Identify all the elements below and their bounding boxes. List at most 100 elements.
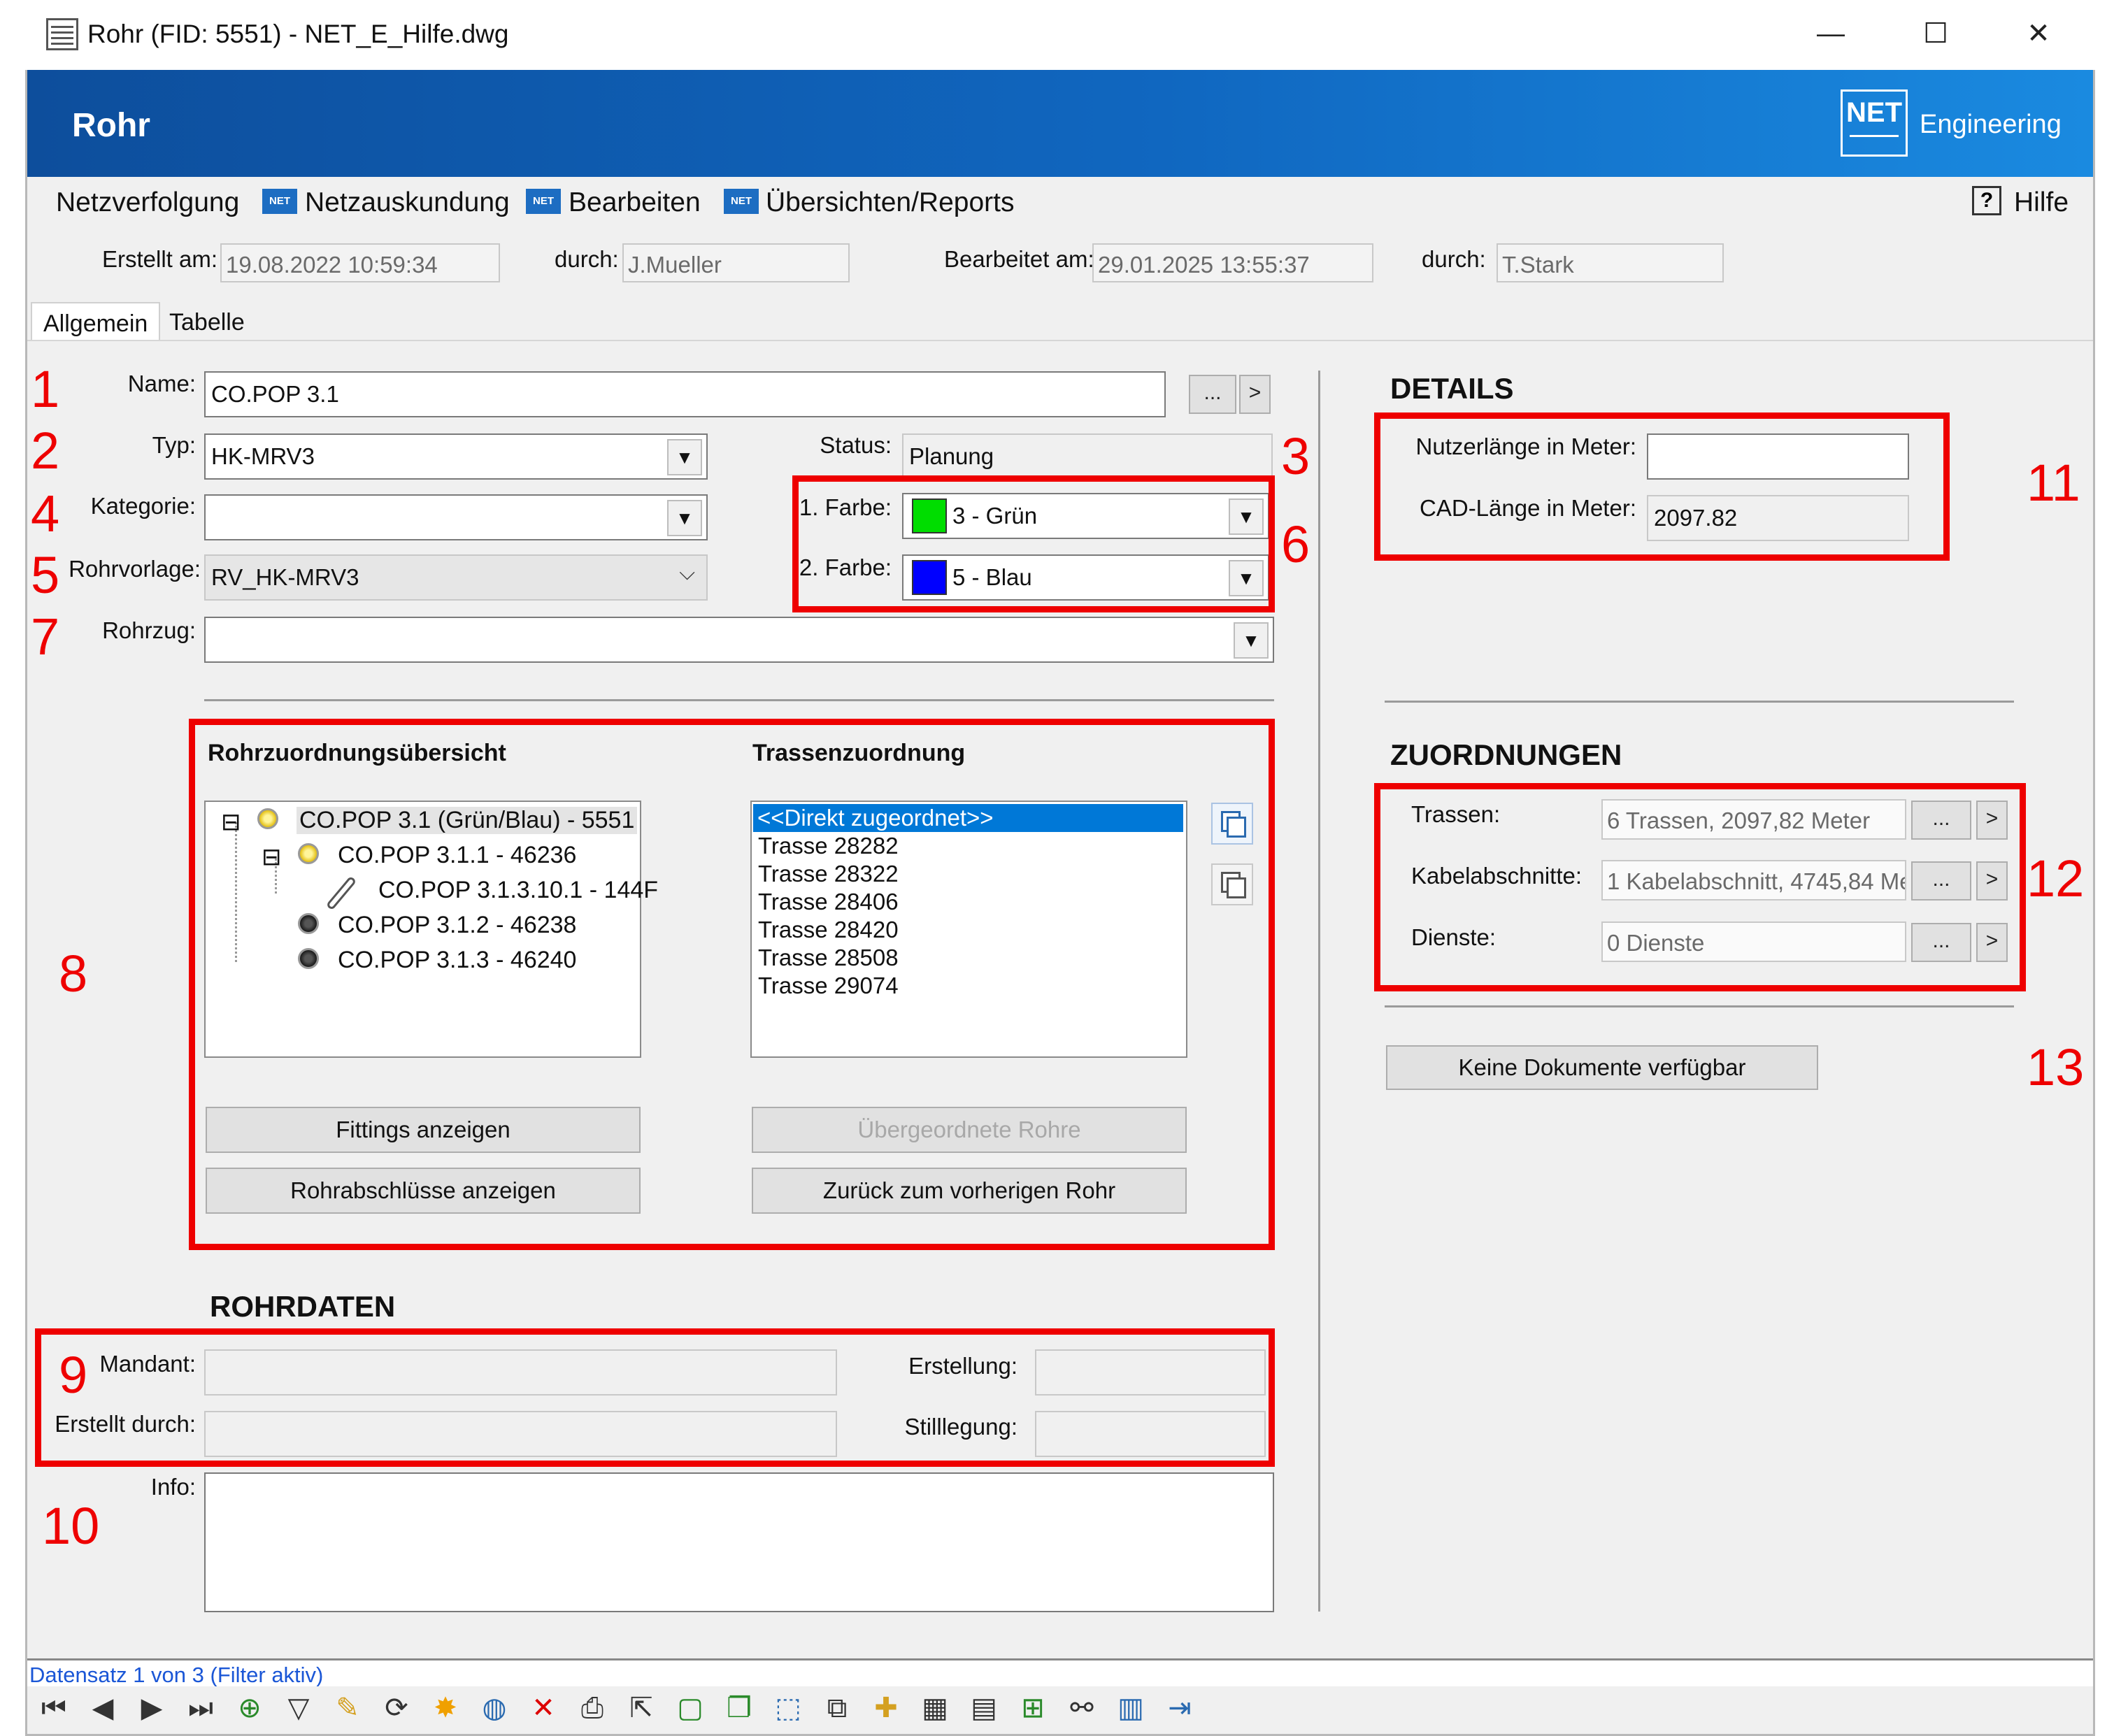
menu-netzverfolgung[interactable]: Netzverfolgung xyxy=(56,187,239,218)
delete-icon[interactable]: ✕ xyxy=(526,1691,561,1726)
annotation-number: 7 xyxy=(31,608,60,666)
separator xyxy=(1385,701,2014,703)
doc-icon[interactable]: ▤ xyxy=(966,1691,1001,1726)
kategorie-label: Kategorie: xyxy=(90,493,196,519)
network-icon[interactable]: ⚯ xyxy=(1064,1691,1099,1726)
minimize-button[interactable]: — xyxy=(1806,13,1855,55)
annotation-number: 10 xyxy=(42,1497,100,1555)
annotation-box-12 xyxy=(1374,783,2026,991)
copy-icon[interactable]: ▢ xyxy=(673,1691,708,1726)
annotation-number: 5 xyxy=(31,546,60,604)
rohrzug-select[interactable]: ▼ xyxy=(204,617,1274,663)
annotation-number: 9 xyxy=(59,1346,88,1404)
typ-select[interactable]: HK-MRV3 ▼ xyxy=(204,433,708,480)
edited-by-field: T.Stark xyxy=(1497,243,1724,282)
copy-multi-icon[interactable]: ❐ xyxy=(722,1691,757,1726)
edited-label: Bearbeitet am: xyxy=(944,246,1094,272)
first-record-icon[interactable]: ⏮ xyxy=(36,1691,71,1726)
name-input[interactable]: CO.POP 3.1 xyxy=(204,371,1166,417)
tab-tabelle[interactable]: Tabelle xyxy=(158,302,256,341)
name-browse-button[interactable]: ... xyxy=(1189,375,1236,414)
typ-value: HK-MRV3 xyxy=(211,443,315,469)
typ-label: Typ: xyxy=(152,432,196,458)
highlight-icon[interactable]: ✸ xyxy=(428,1691,463,1726)
status-label: Status: xyxy=(820,432,892,458)
details-title: DETAILS xyxy=(1390,372,1514,405)
separator xyxy=(1385,1005,2014,1007)
annotation-number: 12 xyxy=(2027,849,2085,908)
annotation-number: 13 xyxy=(2027,1038,2085,1096)
rohrvorlage-value: RV_HK-MRV3 xyxy=(211,564,359,590)
chevron-down-icon[interactable]: ⌵ xyxy=(679,561,695,585)
doc-60-icon[interactable]: ▦ xyxy=(917,1691,952,1726)
duplicate-icon[interactable]: ⧉ xyxy=(820,1691,855,1726)
info-textarea[interactable] xyxy=(204,1472,1274,1612)
rohrzug-label: Rohrzug: xyxy=(102,617,196,643)
separator xyxy=(204,699,1274,701)
select-icon[interactable]: ⇱ xyxy=(624,1691,659,1726)
annotation-box-9 xyxy=(35,1328,1275,1467)
annotation-number: 6 xyxy=(1281,515,1310,573)
rohrvorlage-select[interactable]: RV_HK-MRV3 ⌵ xyxy=(204,554,708,601)
chevron-down-icon[interactable]: ▼ xyxy=(667,439,702,475)
kategorie-select[interactable]: ▼ xyxy=(204,494,708,540)
record-status: Datensatz 1 von 3 (Filter aktiv) xyxy=(29,1663,324,1687)
annotation-number: 4 xyxy=(31,485,60,543)
annotation-box-11 xyxy=(1374,413,1950,561)
edited-date-field: 29.01.2025 13:55:37 xyxy=(1092,243,1373,282)
doc-add-icon[interactable]: ⊞ xyxy=(1015,1691,1050,1726)
annotation-box-8 xyxy=(189,719,1275,1250)
help-link[interactable]: Hilfe xyxy=(2014,187,2069,218)
edited-by-label: durch: xyxy=(1422,246,1486,272)
filter-icon[interactable]: ▽ xyxy=(281,1691,316,1726)
select-frame-icon[interactable]: ⬚ xyxy=(771,1691,806,1726)
edit-pencil-icon[interactable]: ✎ xyxy=(330,1691,365,1726)
annotation-number: 1 xyxy=(31,360,60,418)
form-icon xyxy=(46,18,78,50)
net-logo: NET xyxy=(1841,89,1908,157)
zuordnungen-title: ZUORDNUNGEN xyxy=(1390,738,1622,771)
chevron-down-icon[interactable]: ▼ xyxy=(667,500,702,536)
created-by-label: durch: xyxy=(555,246,619,272)
created-label: Erstellt am: xyxy=(102,246,218,272)
column-divider xyxy=(1318,371,1320,1612)
refresh-icon[interactable]: ⟳ xyxy=(379,1691,414,1726)
table-export-icon[interactable]: ▥ xyxy=(1113,1691,1148,1726)
maximize-button[interactable]: ☐ xyxy=(1911,13,1960,55)
name-goto-button[interactable]: > xyxy=(1239,375,1271,414)
dokumente-button[interactable]: Keine Dokumente verfügbar xyxy=(1386,1045,1818,1090)
add-filter-icon[interactable]: ⊕ xyxy=(232,1691,267,1726)
rohrvorlage-label: Rohrvorlage: xyxy=(69,556,201,582)
zoom-globe-icon[interactable]: ◍ xyxy=(477,1691,512,1726)
exit-icon[interactable]: ⇥ xyxy=(1162,1691,1197,1726)
created-by-field: J.Mueller xyxy=(622,243,850,282)
status-field: Planung xyxy=(902,433,1273,480)
annotation-number: 3 xyxy=(1281,427,1310,485)
annotation-number: 8 xyxy=(59,945,88,1003)
annotation-number: 11 xyxy=(2027,454,2080,512)
print-icon[interactable]: ⎙ xyxy=(575,1691,610,1726)
new-folder-icon[interactable]: ✚ xyxy=(869,1691,903,1726)
menu-netzauskundung[interactable]: Netzauskundung xyxy=(305,187,510,218)
net-badge-icon: NET xyxy=(724,189,759,214)
logo-caption: Engineering xyxy=(1920,110,2062,139)
name-label: Name: xyxy=(127,371,196,396)
created-date-field: 19.08.2022 10:59:34 xyxy=(220,243,500,282)
tab-divider xyxy=(27,340,2093,341)
rohrdaten-title: ROHRDATEN xyxy=(210,1290,396,1323)
help-icon[interactable]: ? xyxy=(1972,186,2001,215)
net-badge-icon: NET xyxy=(526,189,561,214)
next-record-icon[interactable]: ▶ xyxy=(134,1691,169,1726)
close-button[interactable]: ✕ xyxy=(2014,13,2063,55)
window-title: Rohr (FID: 5551) - NET_E_Hilfe.dwg xyxy=(87,20,509,48)
chevron-down-icon[interactable]: ▼ xyxy=(1234,622,1269,659)
menu-bearbeiten[interactable]: Bearbeiten xyxy=(569,187,701,218)
form-title: Rohr xyxy=(72,107,150,144)
annotation-box-6 xyxy=(792,475,1275,612)
menu-uebersichten[interactable]: Übersichten/Reports xyxy=(766,187,1015,218)
tab-allgemein[interactable]: Allgemein xyxy=(31,302,161,341)
last-record-icon[interactable]: ⏭ xyxy=(183,1691,218,1726)
header-banner xyxy=(27,70,2093,177)
annotation-number: 2 xyxy=(31,422,60,480)
prev-record-icon[interactable]: ◀ xyxy=(85,1691,120,1726)
